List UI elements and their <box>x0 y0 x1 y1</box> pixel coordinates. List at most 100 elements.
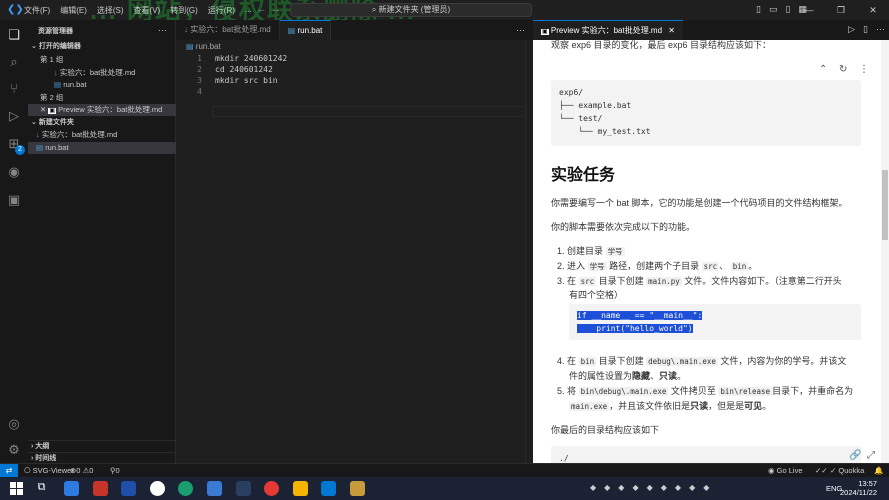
edge-browser-icon[interactable] <box>178 481 193 496</box>
more-actions-icon[interactable]: ··· <box>876 24 885 35</box>
menu-go[interactable]: 转到(G) <box>170 5 198 16</box>
app-icon-2[interactable] <box>93 481 108 496</box>
edge-devtools-icon[interactable]: ◉ <box>5 163 23 181</box>
menu-selection[interactable]: 选择(S) <box>97 5 124 16</box>
app-icon-4[interactable] <box>150 481 165 496</box>
extensions-icon[interactable]: ⊞ 2 <box>5 135 25 155</box>
more-icon[interactable]: ⋮ <box>859 64 869 75</box>
notifications-bell-icon[interactable]: 🔔 <box>874 466 883 475</box>
line-number: 1 <box>197 54 202 63</box>
file-item-bat[interactable]: ▤ run.bat <box>28 142 176 154</box>
tab-run-bat[interactable]: ▤ run.bat <box>279 20 332 40</box>
open-editor-item-md[interactable]: ↓ 实验六：bat批处理.md <box>28 67 176 79</box>
list-item: 3. 在 src 目录下创建 main.py 文件。文件内容如下。（注意第二行开… <box>557 276 842 286</box>
app-icon-11[interactable] <box>350 481 365 496</box>
open-editor-item-bat[interactable]: ▤ run.bat <box>28 79 176 91</box>
remote-explorer-icon[interactable]: ▣ <box>5 191 23 209</box>
menu-view[interactable]: 查看(V) <box>134 5 161 16</box>
go-live-button[interactable]: ◉ Go Live <box>768 466 803 475</box>
close-icon[interactable]: ✕ <box>668 26 675 35</box>
close-icon[interactable]: ✕ <box>40 105 46 114</box>
vscode-taskbar-icon[interactable] <box>321 481 336 496</box>
code-block-python: if __name__ == "__main__": print("hello_… <box>569 304 861 340</box>
section-heading: 实验任务 <box>551 167 616 184</box>
status-bar: ⇄ ⎔ SVG-Viewer ⊗0 ⚠0 ⚲0 ◉ Go Live ✓✓ ✓ Q… <box>0 463 889 478</box>
code-line: ├── example.bat <box>559 101 632 110</box>
scrollbar-thumb[interactable] <box>882 170 888 240</box>
split-editor-icon[interactable]: ▯ <box>863 24 868 35</box>
remote-icon[interactable]: ⇄ <box>0 464 18 478</box>
task-view-icon[interactable]: ⧉ <box>34 481 49 496</box>
line-number: 4 <box>197 87 202 96</box>
code-text: cd 240601242 <box>215 65 273 74</box>
account-icon[interactable]: ◎ <box>5 415 23 433</box>
toggle-secondary-sidebar-icon[interactable]: ▯ <box>785 4 790 15</box>
markdown-file-icon: ↓ <box>54 68 58 77</box>
group-2-label: 第 2 组 <box>40 93 64 102</box>
file-item-md[interactable]: ↓ 实验六：bat批处理.md <box>28 129 176 141</box>
refresh-icon[interactable]: ↻ <box>839 64 847 75</box>
workspace-label: SVG-Viewer <box>32 466 74 475</box>
workspace-name[interactable]: ⎔ SVG-Viewer <box>24 466 74 475</box>
menu-file[interactable]: 文件(F) <box>24 5 50 16</box>
broadcast-icon: ◉ <box>768 466 775 475</box>
windows-start-icon[interactable] <box>9 481 24 496</box>
toggle-sidebar-icon[interactable]: ▯ <box>756 4 761 15</box>
code-line: ./ <box>559 454 569 463</box>
search-icon[interactable]: ⌕ <box>5 53 23 71</box>
source-control-icon[interactable]: ⑂ <box>5 80 23 98</box>
toggle-panel-icon[interactable]: ▭ <box>769 4 778 15</box>
info-indicator[interactable]: ⚲0 <box>110 466 120 475</box>
forward-arrow-icon[interactable]: → <box>271 4 280 14</box>
tab-preview[interactable]: ▣ Preview 实验六：bat批处理.md ✕ <box>533 20 683 40</box>
app-icon-6[interactable] <box>207 481 222 496</box>
markdown-preview: ▣ Preview 实验六：bat批处理.md ✕ ▷ ▯ ··· 观察 exp… <box>533 20 889 463</box>
markdown-file-icon: ↓ <box>184 25 188 34</box>
problems-indicator[interactable]: ⊗0 ⚠0 <box>70 466 93 475</box>
quokka-button[interactable]: ✓ Quokka <box>830 466 864 475</box>
menu-run[interactable]: 运行(R) <box>208 5 235 16</box>
tab-label: run.bat <box>297 26 323 35</box>
close-button[interactable]: ✕ <box>857 0 889 20</box>
explorer-icon[interactable]: ❏ <box>5 26 23 44</box>
menu-edit[interactable]: 编辑(E) <box>60 5 87 16</box>
open-editor-item-preview[interactable]: ✕ ▣ Preview 实验六：bat批处理.md <box>28 104 176 116</box>
app-icon-8[interactable] <box>264 481 279 496</box>
outline-section[interactable]: › 大纲 <box>28 440 176 452</box>
code-line: if __name__ == "__main__": <box>577 311 703 320</box>
chevron-up-icon[interactable]: ⌃ <box>819 64 827 75</box>
file-item-label: 实验六：bat批处理.md <box>41 130 118 139</box>
bat-file-icon: ▤ <box>36 143 44 152</box>
folder-label: 新建文件夹 <box>38 119 74 126</box>
open-editors-section[interactable]: ⌄ 打开的编辑器 <box>28 41 176 53</box>
nav-arrows: ← → <box>257 4 280 14</box>
chevron-down-icon: ⌄ <box>31 43 37 50</box>
app-icon-feishu[interactable] <box>64 481 79 496</box>
restore-button[interactable]: ❐ <box>825 0 857 20</box>
folder-section[interactable]: ⌄ 新建文件夹 <box>28 117 176 129</box>
clock[interactable]: 13:57 2024/11/22 <box>840 479 877 497</box>
steam-icon[interactable] <box>236 481 251 496</box>
expand-icon[interactable]: ⤢ <box>867 450 875 461</box>
back-arrow-icon[interactable]: ← <box>257 4 266 14</box>
tab-markdown[interactable]: ↓ 实验六：bat批处理.md <box>176 20 280 40</box>
app-icon-3[interactable] <box>121 481 136 496</box>
link-icon[interactable]: 🔗 <box>849 450 861 461</box>
editor-scrollbar[interactable] <box>525 40 533 463</box>
more-actions-icon[interactable]: ··· <box>516 25 525 35</box>
file-explorer-icon[interactable] <box>293 481 308 496</box>
open-editor-item-label: run.bat <box>63 80 87 89</box>
explorer-sidebar: 资源管理器 ··· ⌄ 打开的编辑器 第 1 组 ↓ 实验六：bat批处理.md… <box>28 20 176 463</box>
run-debug-icon[interactable]: ▷ <box>5 107 23 125</box>
menu-more[interactable]: ... <box>245 5 252 16</box>
command-center-search[interactable]: ⌕ 新建文件夹 (管理员) <box>290 3 532 17</box>
system-tray-icons[interactable]: ◆◆◆◆◆◆◆◆◆ <box>590 483 717 492</box>
run-icon[interactable]: ▷ <box>848 24 855 35</box>
preview-scrollbar[interactable] <box>881 40 889 463</box>
breadcrumb[interactable]: ▤ run.bat <box>186 42 221 51</box>
vscode-logo-icon: ❮❯ <box>7 4 24 15</box>
prettier-icon[interactable]: ✓✓ <box>815 466 828 475</box>
settings-gear-icon[interactable]: ⚙ <box>5 441 23 459</box>
minimize-button[interactable]: — <box>793 0 825 20</box>
more-actions-icon[interactable]: ··· <box>158 25 167 35</box>
